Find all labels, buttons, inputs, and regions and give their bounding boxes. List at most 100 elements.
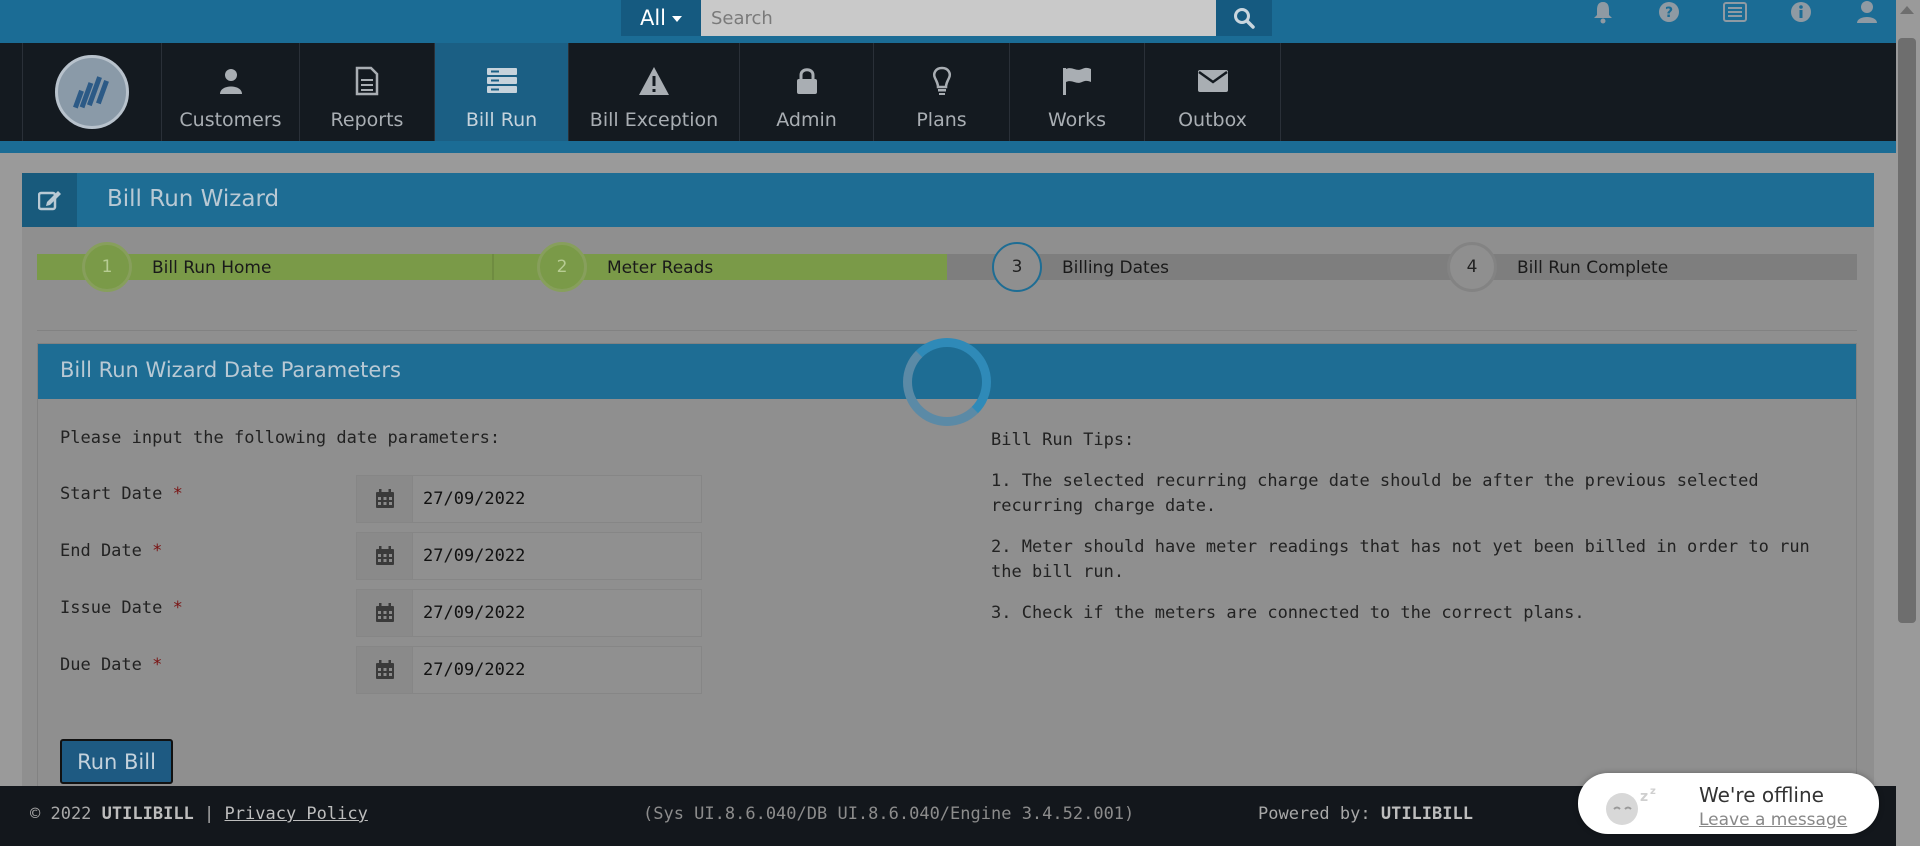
end-date-label: End Date * (60, 541, 162, 561)
chat-widget[interactable]: z z We're offline Leave a message (1578, 773, 1879, 834)
required-mark: * (152, 655, 163, 675)
scrollbar-thumb[interactable] (1898, 38, 1916, 623)
search-scope-dropdown[interactable]: All (621, 0, 701, 36)
bill-run-tips: Bill Run Tips: 1. The selected recurring… (991, 428, 1841, 642)
bell-icon[interactable] (1590, 0, 1616, 25)
panel-title: Bill Run Wizard (107, 186, 280, 212)
svg-text:z: z (1640, 789, 1648, 805)
step-number: 3 (1011, 257, 1023, 277)
end-date-input[interactable] (413, 533, 701, 579)
nav-item-bill-run[interactable]: Bill Run (435, 43, 569, 141)
nav-item-works[interactable]: Works (1010, 43, 1145, 141)
nav-item-label: Admin (776, 109, 837, 131)
footer-brand: UTILIBILL (101, 804, 194, 824)
nav-item-label: Outbox (1178, 109, 1247, 131)
date-parameters-title: Bill Run Wizard Date Parameters (60, 358, 401, 382)
divider (37, 330, 1857, 331)
field-label-text: End Date (60, 541, 142, 561)
powered-by-label: Powered by: (1258, 804, 1371, 824)
calendar-icon[interactable] (357, 533, 413, 579)
step-number: 1 (101, 257, 113, 277)
wizard-step-label: Billing Dates (1062, 258, 1170, 278)
step-number: 4 (1466, 257, 1478, 277)
wizard-step-3[interactable]: 3 (992, 242, 1042, 292)
list-icon[interactable] (1722, 0, 1748, 25)
issue-date-field (356, 589, 702, 637)
logo-cell[interactable] (22, 43, 162, 141)
search-bar: All (621, 0, 1272, 36)
search-input[interactable] (701, 0, 1216, 36)
privacy-policy-link[interactable]: Privacy Policy (225, 804, 368, 824)
server-icon (486, 63, 518, 99)
wizard-step-label: Bill Run Complete (1517, 258, 1669, 278)
user-icon[interactable] (1854, 0, 1880, 25)
top-icon-group: ? (1590, 0, 1880, 24)
wizard-step-4[interactable]: 4 (1447, 242, 1497, 292)
loading-spinner (903, 338, 991, 426)
nav-item-outbox[interactable]: Outbox (1145, 43, 1281, 141)
nav-item-admin[interactable]: Admin (740, 43, 874, 141)
copyright-text: © 2022 (30, 804, 92, 824)
wizard-steps: 1 Bill Run Home 2 Meter Reads 3 Billing … (37, 242, 1857, 292)
warning-icon (638, 63, 670, 99)
due-date-label: Due Date * (60, 655, 162, 675)
tips-title: Bill Run Tips: (991, 430, 1135, 450)
wizard-step-2[interactable]: 2 (537, 242, 587, 292)
required-mark: * (172, 598, 183, 618)
tip-item: 2. Meter should have meter readings that… (991, 537, 1810, 582)
nav-items: Customers Reports Bill Run Bill Exceptio… (162, 43, 1281, 141)
powered-by-brand: UTILIBILL (1380, 804, 1473, 824)
nav-item-plans[interactable]: Plans (874, 43, 1010, 141)
due-date-input[interactable] (413, 647, 701, 693)
panel-header: Bill Run Wizard (22, 173, 1874, 227)
lock-icon (795, 63, 819, 99)
start-date-input[interactable] (413, 476, 701, 522)
chat-status: We're offline (1699, 783, 1824, 807)
svg-text:z: z (1650, 786, 1656, 797)
tip-item: 3. Check if the meters are connected to … (991, 603, 1585, 623)
start-date-label: Start Date * (60, 484, 183, 504)
calendar-icon[interactable] (357, 590, 413, 636)
nav-accent-strip (0, 141, 1920, 153)
caret-down-icon (672, 16, 683, 22)
field-label-text: Start Date (60, 484, 163, 504)
scroll-up-arrow-icon[interactable] (1900, 6, 1914, 14)
utilibill-logo (55, 55, 129, 129)
calendar-icon[interactable] (357, 476, 413, 522)
step-number: 2 (556, 257, 568, 277)
nav-item-reports[interactable]: Reports (300, 43, 435, 141)
search-icon (1234, 8, 1255, 29)
powered-by: Powered by: UTILIBILL (1258, 804, 1473, 824)
nav-item-label: Plans (916, 109, 967, 131)
field-label-text: Due Date (60, 655, 142, 675)
run-bill-button[interactable]: Run Bill (60, 739, 173, 784)
info-icon[interactable] (1788, 0, 1814, 25)
lightbulb-icon (931, 63, 953, 99)
tip-item: 1. The selected recurring charge date sh… (991, 471, 1759, 516)
document-icon (354, 63, 380, 99)
required-mark: * (152, 541, 163, 561)
form-intro: Please input the following date paramete… (60, 428, 501, 448)
nav-item-label: Works (1047, 109, 1106, 131)
envelope-icon (1197, 63, 1229, 99)
search-button[interactable] (1216, 0, 1272, 36)
start-date-field (356, 475, 702, 523)
version-info: (Sys UI.8.6.040/DB UI.8.6.040/Engine 3.4… (643, 804, 1135, 824)
question-icon[interactable]: ? (1656, 0, 1682, 25)
search-scope-label: All (639, 6, 667, 30)
top-bar: All ? (0, 0, 1920, 43)
issue-date-input[interactable] (413, 590, 701, 636)
sleeping-chat-icon: z z (1606, 786, 1656, 825)
field-label-text: Issue Date (60, 598, 163, 618)
calendar-icon[interactable] (357, 647, 413, 693)
edit-icon (22, 173, 77, 227)
wizard-step-1[interactable]: 1 (82, 242, 132, 292)
due-date-field (356, 646, 702, 694)
svg-text:?: ? (1665, 5, 1673, 21)
wizard-step-label: Meter Reads (607, 258, 714, 278)
nav-item-bill-exception[interactable]: Bill Exception (569, 43, 740, 141)
issue-date-label: Issue Date * (60, 598, 183, 618)
leave-message-link[interactable]: Leave a message (1699, 810, 1847, 830)
nav-item-label: Bill Exception (589, 109, 719, 131)
nav-item-customers[interactable]: Customers (162, 43, 300, 141)
